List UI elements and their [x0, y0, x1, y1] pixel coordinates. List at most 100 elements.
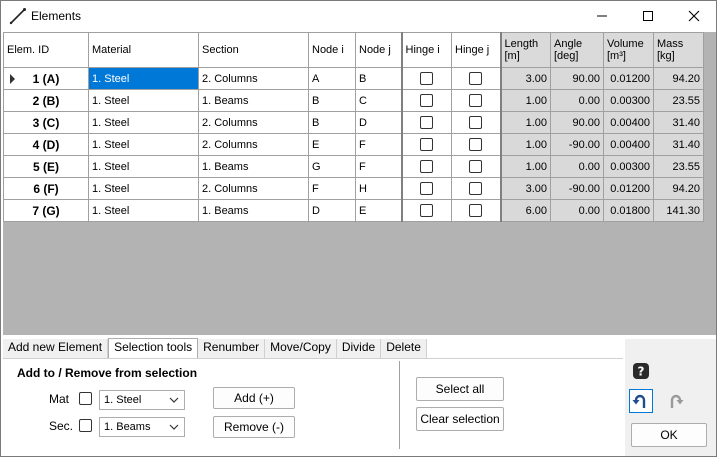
undo-icon — [632, 394, 646, 408]
table-row[interactable]: 2 (B) 1. Steel 1. Beams B C 1.00 0.00 0.00300 23… — [3, 89, 704, 112]
hinge-j-checkbox[interactable] — [469, 94, 483, 107]
tab-renumber[interactable]: Renumber — [198, 339, 266, 358]
table-row[interactable]: 6 (F) 1. Steel 2. Columns F H 3.00 -90.00 0.012… — [3, 177, 704, 200]
node-i-cell[interactable]: E — [308, 133, 356, 156]
help-button[interactable]: ? — [629, 359, 653, 383]
maximize-button[interactable] — [625, 1, 671, 31]
hinge-i-checkbox[interactable] — [420, 94, 434, 107]
mat-checkbox[interactable] — [79, 392, 92, 405]
table-row[interactable]: 4 (D) 1. Steel 2. Columns E F 1.00 -90.00 0.004… — [3, 133, 704, 156]
hinge-j-checkbox[interactable] — [469, 72, 483, 85]
hinge-i-cell — [400, 67, 452, 90]
column-header-length[interactable]: Length [m] — [499, 32, 551, 68]
minimize-button[interactable] — [579, 1, 625, 31]
tab-move-copy[interactable]: Move/Copy — [265, 339, 337, 358]
node-j-cell[interactable]: F — [355, 155, 402, 178]
hinge-i-checkbox[interactable] — [420, 160, 434, 173]
hinge-i-checkbox[interactable] — [420, 138, 434, 151]
hinge-j-cell — [451, 177, 501, 200]
section-cell[interactable]: 2. Columns — [198, 133, 309, 156]
node-j-cell[interactable]: H — [355, 177, 402, 200]
hinge-j-checkbox[interactable] — [469, 204, 483, 217]
hinge-j-checkbox[interactable] — [469, 160, 483, 173]
mass-cell: 31.40 — [653, 133, 704, 156]
tab-divide[interactable]: Divide — [336, 339, 382, 358]
elem-id-cell[interactable]: 2 (B) — [3, 89, 89, 112]
length-cell: 1.00 — [499, 89, 551, 112]
hinge-i-checkbox[interactable] — [420, 72, 434, 85]
node-i-cell[interactable]: B — [308, 89, 356, 112]
table-row[interactable]: 3 (C) 1. Steel 2. Columns B D 1.00 90.00 0.0040… — [3, 111, 704, 134]
node-i-cell[interactable]: G — [308, 155, 356, 178]
node-i-cell[interactable]: A — [308, 67, 356, 90]
section-cell[interactable]: 2. Columns — [198, 111, 309, 134]
material-cell[interactable]: 1. Steel — [88, 133, 199, 156]
hinge-j-cell — [451, 155, 501, 178]
clear-selection-button[interactable]: Clear selection — [416, 407, 504, 431]
node-j-cell[interactable]: C — [355, 89, 402, 112]
hinge-i-checkbox[interactable] — [420, 204, 434, 217]
node-i-cell[interactable]: F — [308, 177, 356, 200]
elem-id-cell[interactable]: 5 (E) — [3, 155, 89, 178]
add-button[interactable]: Add (+) — [213, 387, 295, 409]
sec-checkbox[interactable] — [79, 419, 92, 432]
close-icon — [688, 10, 700, 22]
hinge-j-cell — [451, 89, 501, 112]
column-header-mass[interactable]: Mass [kg] — [653, 32, 704, 68]
remove-button[interactable]: Remove (-) — [213, 416, 295, 438]
table-row[interactable]: 1 (A) 1. Steel 2. Columns A B 3.00 90.00 0.0120… — [3, 67, 704, 90]
material-cell[interactable]: 1. Steel — [88, 67, 199, 90]
column-header-hinge-j[interactable]: Hinge j — [451, 32, 501, 68]
column-header-node-j[interactable]: Node j — [355, 32, 402, 68]
table-row[interactable]: 5 (E) 1. Steel 1. Beams G F 1.00 0.00 0.00300 23… — [3, 155, 704, 178]
node-j-cell[interactable]: F — [355, 133, 402, 156]
section-cell[interactable]: 2. Columns — [198, 67, 309, 90]
material-select[interactable]: 1. Steel — [99, 390, 185, 410]
table-row[interactable]: 7 (G) 1. Steel 1. Beams D E 6.00 0.00 0.01800 14… — [3, 199, 704, 222]
elem-id-cell[interactable]: 6 (F) — [3, 177, 89, 200]
close-button[interactable] — [671, 1, 716, 31]
material-cell[interactable]: 1. Steel — [88, 89, 199, 112]
column-header-hinge-i[interactable]: Hinge i — [400, 32, 452, 68]
elem-id-cell[interactable]: 7 (G) — [3, 199, 89, 222]
hinge-j-checkbox[interactable] — [469, 182, 483, 195]
column-header-angle[interactable]: Angle [deg] — [550, 32, 604, 68]
node-i-cell[interactable]: B — [308, 111, 356, 134]
column-header-elem-id[interactable]: Elem. ID — [3, 32, 89, 68]
section-select[interactable]: 1. Beams — [99, 417, 185, 437]
hinge-i-checkbox[interactable] — [420, 182, 434, 195]
undo-button[interactable] — [629, 389, 653, 413]
column-header-node-i[interactable]: Node i — [308, 32, 356, 68]
material-cell[interactable]: 1. Steel — [88, 177, 199, 200]
elem-id-cell[interactable]: 4 (D) — [3, 133, 89, 156]
section-cell[interactable]: 1. Beams — [198, 199, 309, 222]
column-header-volume[interactable]: Volume [m³] — [603, 32, 654, 68]
node-i-cell[interactable]: D — [308, 199, 356, 222]
material-cell[interactable]: 1. Steel — [88, 111, 199, 134]
column-header-section[interactable]: Section — [198, 32, 309, 68]
elem-id-text: 1 (A) — [32, 71, 60, 86]
tab-delete[interactable]: Delete — [381, 339, 427, 358]
material-cell[interactable]: 1. Steel — [88, 199, 199, 222]
tab-add-new-element[interactable]: Add new Element — [3, 339, 109, 358]
hinge-j-cell — [451, 133, 501, 156]
node-j-cell[interactable]: D — [355, 111, 402, 134]
material-cell[interactable]: 1. Steel — [88, 155, 199, 178]
hinge-j-checkbox[interactable] — [469, 138, 483, 151]
elem-id-cell[interactable]: 1 (A) — [3, 67, 89, 90]
select-all-button[interactable]: Select all — [416, 377, 504, 401]
section-cell[interactable]: 2. Columns — [198, 177, 309, 200]
ok-button[interactable]: OK — [631, 423, 707, 447]
elem-id-cell[interactable]: 3 (C) — [3, 111, 89, 134]
hinge-i-checkbox[interactable] — [420, 116, 434, 129]
section-cell[interactable]: 1. Beams — [198, 89, 309, 112]
node-j-cell[interactable]: B — [355, 67, 402, 90]
hinge-j-checkbox[interactable] — [469, 116, 483, 129]
tab-selection-tools[interactable]: Selection tools — [108, 338, 199, 358]
svg-text:?: ? — [638, 365, 645, 379]
length-cell: 6.00 — [499, 199, 551, 222]
node-j-cell[interactable]: E — [355, 199, 402, 222]
section-cell[interactable]: 1. Beams — [198, 155, 309, 178]
column-header-material[interactable]: Material — [88, 32, 199, 68]
redo-button[interactable] — [663, 389, 687, 413]
